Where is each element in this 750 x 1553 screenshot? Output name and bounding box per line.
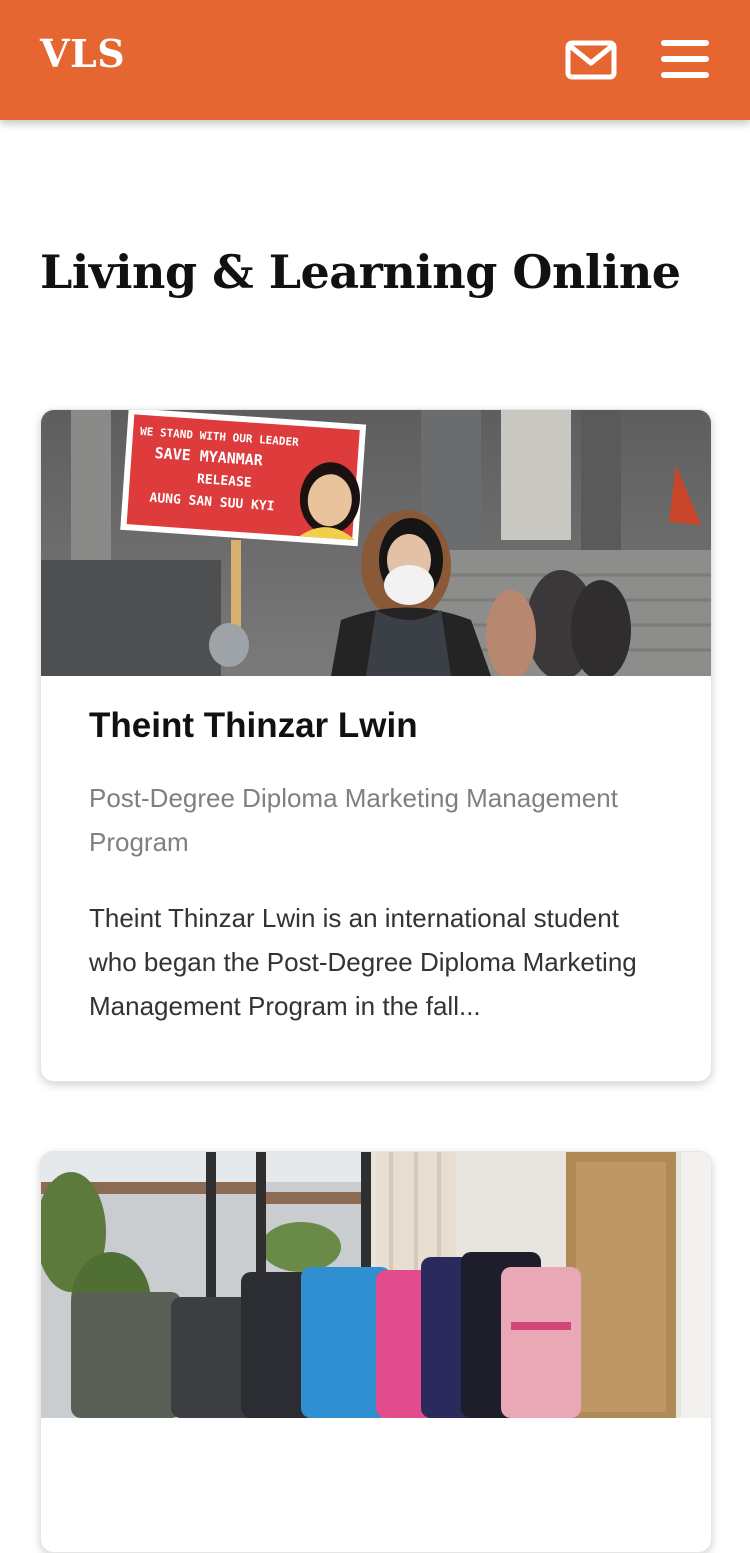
story-card-image: WE STAND WITH OUR LEADER SAVE MYANMAR RE… [41, 410, 711, 676]
site-logo[interactable]: VLS [40, 30, 125, 78]
story-card[interactable] [40, 1151, 712, 1553]
story-card-image [41, 1152, 711, 1418]
story-card-subtitle: Post-Degree Diploma Marketing Management… [89, 783, 618, 857]
mail-button[interactable] [565, 40, 617, 80]
story-card-title[interactable]: Theint Thinzar Lwin [89, 704, 663, 748]
page-title: Living & Learning Online [40, 245, 681, 299]
story-card[interactable]: WE STAND WITH OUR LEADER SAVE MYANMAR RE… [40, 409, 712, 1082]
story-card-body: Theint Thinzar Lwin Post-Degree Diploma … [41, 676, 711, 1028]
site-header: VLS [0, 0, 750, 120]
story-card-excerpt: Theint Thinzar Lwin is an international … [89, 903, 637, 1021]
hamburger-menu-icon [661, 40, 709, 78]
menu-button[interactable] [660, 38, 710, 82]
mail-icon [565, 40, 617, 80]
story-card-body [41, 1418, 711, 1446]
